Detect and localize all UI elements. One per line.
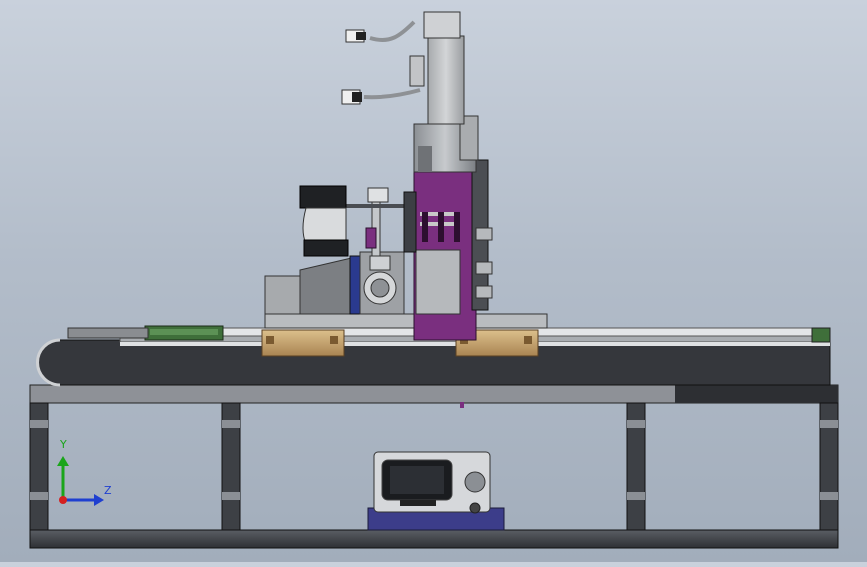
origin-point [59, 496, 67, 504]
slider-block-left[interactable] [261, 329, 345, 357]
frame-leg-inner-right [626, 402, 646, 531]
frame-leg-inner-left [221, 402, 241, 531]
y-axis-arrowhead [57, 456, 69, 466]
carriage-plate[interactable] [264, 313, 548, 329]
cable-chain-loop [37, 339, 831, 386]
motor-cable-upper[interactable] [345, 20, 416, 43]
controller-unit[interactable] [367, 451, 505, 531]
frame-bottom-beam [29, 529, 839, 549]
rail-end-cap-right [811, 327, 831, 343]
assembly-model[interactable] [0, 0, 867, 562]
frame-leg-right [819, 402, 839, 531]
motor-housing-left[interactable] [264, 255, 363, 315]
rail-drive-block[interactable] [67, 325, 224, 341]
coordinate-triad: Y Z [48, 438, 128, 518]
y-axis-label: Y [60, 438, 67, 451]
z-axis-arrowhead [94, 494, 104, 506]
motor-cable-lower[interactable] [341, 88, 421, 105]
cable-chain[interactable] [36, 338, 831, 387]
rotary-module[interactable] [359, 251, 405, 315]
pin-marker [460, 402, 464, 408]
frame-leg-left [29, 402, 49, 531]
z-axis-column[interactable] [403, 159, 493, 341]
sensor-bracket[interactable] [299, 185, 349, 257]
z-axis-label: Z [104, 484, 112, 497]
cad-graphics-viewport[interactable]: Y Z [0, 0, 867, 562]
frame-top-beam-shadow [675, 385, 838, 403]
